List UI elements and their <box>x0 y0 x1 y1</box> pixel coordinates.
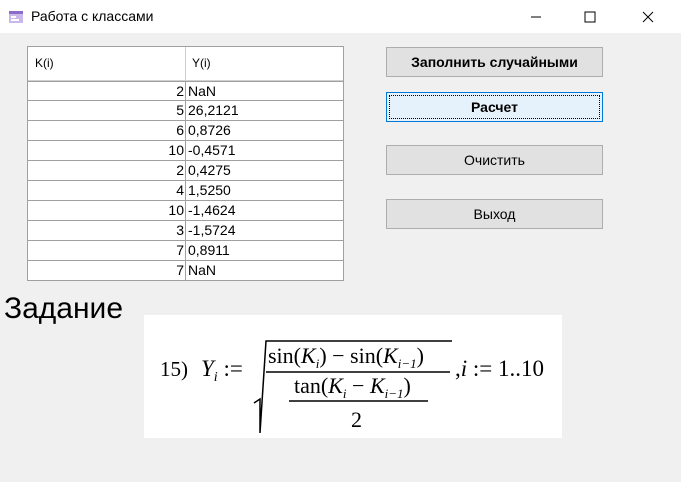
cell-k[interactable]: 7 <box>29 241 186 260</box>
cell-k[interactable]: 10 <box>29 141 186 160</box>
cell-y[interactable]: NaN <box>187 261 340 280</box>
calculate-button[interactable]: Расчет <box>386 92 603 122</box>
cell-y[interactable]: -1,4624 <box>187 201 340 220</box>
column-header-y[interactable]: Y(i) <box>186 47 343 80</box>
grid-rows: 2 NaN 5 26,2121 6 0,8726 10 -0,4571 2 0,… <box>28 81 343 280</box>
table-row[interactable]: 2 0,4275 <box>28 161 343 181</box>
formula-number: 15) <box>160 357 188 381</box>
formula-svg: 15) Yi := sin(Ki) − sin(Ki−1) tan(Ki − K… <box>160 340 544 434</box>
table-row[interactable]: 6 0,8726 <box>28 121 343 141</box>
maximize-button[interactable] <box>567 0 613 33</box>
formula-numerator: sin(Ki) − sin(Ki−1) <box>268 343 424 371</box>
formula-denominator-bottom: 2 <box>351 407 362 432</box>
close-icon <box>642 11 654 22</box>
cell-k[interactable]: 3 <box>29 221 186 240</box>
data-grid[interactable]: K(i) Y(i) 2 NaN 5 26,2121 6 0,8726 10 -0… <box>27 46 344 281</box>
table-row[interactable]: 10 -1,4624 <box>28 201 343 221</box>
app-form-icon <box>9 11 23 23</box>
formula-image: 15) Yi := sin(Ki) − sin(Ki−1) tan(Ki − K… <box>144 315 562 438</box>
table-row[interactable]: 3 -1,5724 <box>28 221 343 241</box>
cell-y[interactable]: -0,4571 <box>187 141 340 160</box>
table-row[interactable]: 7 0,8911 <box>28 241 343 261</box>
cell-y[interactable]: 0,8726 <box>187 121 340 140</box>
column-header-k[interactable]: K(i) <box>28 47 186 80</box>
cell-k[interactable]: 4 <box>29 181 186 200</box>
table-row[interactable]: 5 26,2121 <box>28 101 343 121</box>
cell-k[interactable]: 2 <box>29 82 186 101</box>
formula-denominator-top: tan(Ki − Ki−1) <box>294 373 411 401</box>
minimize-icon <box>531 16 541 17</box>
grid-header: K(i) Y(i) <box>28 47 343 81</box>
cell-y[interactable]: 1,5250 <box>187 181 340 200</box>
cell-y[interactable]: NaN <box>187 82 340 101</box>
fill-random-button[interactable]: Заполнить случайными <box>386 47 603 77</box>
cell-k[interactable]: 5 <box>29 101 186 120</box>
focus-ring <box>389 95 600 119</box>
title-bar: Работа с классами <box>0 0 681 33</box>
close-button[interactable] <box>625 0 671 33</box>
exit-button[interactable]: Выход <box>386 199 603 229</box>
table-row[interactable]: 2 NaN <box>28 81 343 101</box>
cell-k[interactable]: 10 <box>29 201 186 220</box>
table-row[interactable]: 7 NaN <box>28 261 343 280</box>
cell-k[interactable]: 6 <box>29 121 186 140</box>
table-row[interactable]: 4 1,5250 <box>28 181 343 201</box>
cell-y[interactable]: 0,8911 <box>187 241 340 260</box>
cell-k[interactable]: 2 <box>29 161 186 180</box>
cell-k[interactable]: 7 <box>29 261 186 280</box>
cell-y[interactable]: -1,5724 <box>187 221 340 240</box>
cell-y[interactable]: 26,2121 <box>187 101 340 120</box>
formula-range: ,i := 1..10 <box>455 356 544 381</box>
maximize-icon <box>584 11 596 22</box>
formula-lhs: Yi := <box>201 356 243 385</box>
task-label: Задание <box>4 292 124 325</box>
table-row[interactable]: 10 -0,4571 <box>28 141 343 161</box>
minimize-button[interactable] <box>513 0 559 33</box>
clear-button[interactable]: Очистить <box>386 145 603 175</box>
cell-y[interactable]: 0,4275 <box>187 161 340 180</box>
window-title: Работа с классами <box>31 8 154 24</box>
